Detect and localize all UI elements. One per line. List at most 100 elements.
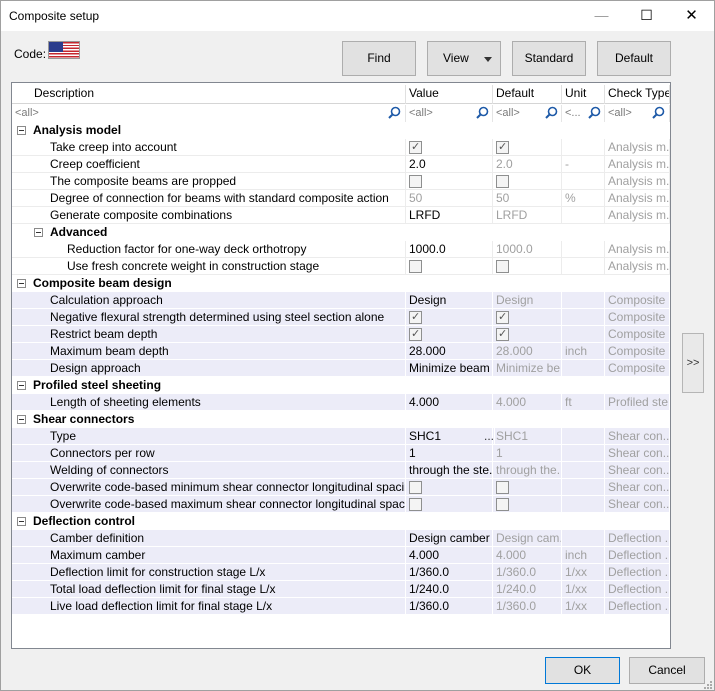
property-row[interactable]: Maximum camber 4.000 4.000 inch Deflection .… (12, 547, 670, 564)
value-cell[interactable]: 4.000 (406, 394, 493, 411)
view-button-label: View (443, 51, 469, 65)
filter-check-type[interactable]: <all> (605, 105, 670, 122)
section-header-row[interactable]: Deflection control (12, 513, 670, 530)
collapse-icon[interactable] (17, 517, 26, 526)
unit-cell (562, 462, 605, 479)
property-row[interactable]: Creep coefficient 2.0 2.0- Analysis m... (12, 156, 670, 173)
collapse-icon[interactable] (34, 228, 43, 237)
property-row[interactable]: Length of sheeting elements 4.000 4.000 ft P… (12, 394, 670, 411)
find-button[interactable]: Find (342, 41, 416, 76)
property-row[interactable]: Overwrite code-based maximum shear conne… (12, 496, 670, 513)
property-row[interactable]: Calculation approach Design Design Composit… (12, 292, 670, 309)
search-icon[interactable] (545, 106, 558, 119)
unit-cell (562, 479, 605, 496)
property-row[interactable]: Camber definition Design camber Design cam… (12, 530, 670, 547)
property-row[interactable]: Use fresh concrete weight in constructio… (12, 258, 670, 275)
col-header-default[interactable]: Default (493, 85, 562, 104)
checked-checkbox[interactable] (409, 310, 422, 324)
check-type-cell: Profiled ste... (605, 394, 670, 411)
cancel-button[interactable]: Cancel (629, 657, 705, 684)
property-row[interactable]: Take creep into account Analysis m... (12, 139, 670, 156)
us-flag-icon[interactable] (48, 41, 80, 59)
filter-unit[interactable]: <... (562, 105, 605, 122)
value-cell[interactable]: Design (406, 292, 493, 309)
search-icon[interactable] (588, 106, 601, 119)
property-row[interactable]: Degree of connection for beams with stan… (12, 190, 670, 207)
cancel-button-label: Cancel (648, 663, 686, 677)
property-row[interactable]: Overwrite code-based minimum shear conne… (12, 479, 670, 496)
property-row[interactable]: Total load deflection limit for final st… (12, 581, 670, 598)
property-row[interactable]: Design approachMinimize beam ... Minimize… (12, 360, 670, 377)
value-cell[interactable]: 2.0 (406, 156, 493, 173)
check-type-cell-text: Shear con... (608, 463, 670, 477)
default-cell: 4.000 (493, 394, 562, 411)
search-icon[interactable] (388, 106, 401, 119)
expand-panel-button[interactable]: >> (682, 333, 704, 393)
filter-value[interactable]: <all> (406, 105, 493, 122)
property-row[interactable]: Type SHC1 SHC1 Shear con...... (12, 428, 670, 445)
value-cell[interactable]: 50 (406, 190, 493, 207)
collapse-icon[interactable] (17, 279, 26, 288)
collapse-icon[interactable] (17, 126, 26, 135)
value-cell[interactable]: SHC1 (406, 428, 493, 445)
value-cell[interactable]: through the ste... (406, 462, 493, 479)
composite-setup-dialog: Composite setup — ☐ ✕ Code: Find View St… (0, 0, 715, 691)
section-header-row[interactable]: Shear connectors (12, 411, 670, 428)
subsection-header-row[interactable]: Advanced (12, 224, 670, 241)
value-cell[interactable]: LRFD (406, 207, 493, 224)
default-button[interactable]: Default (597, 41, 671, 76)
col-header-value[interactable]: Value (406, 85, 493, 104)
filter-default[interactable]: <all> (493, 105, 562, 122)
search-icon[interactable] (652, 106, 665, 119)
col-header-unit[interactable]: Unit (562, 85, 605, 104)
property-row[interactable]: The composite beams are propped Analysis … (12, 173, 670, 190)
property-row[interactable]: Connectors per row 1 1 Shear con... (12, 445, 670, 462)
property-row[interactable]: Generate composite combinations LRFD LRFD A… (12, 207, 670, 224)
property-row[interactable]: Reduction factor for one-way deck orthot… (12, 241, 670, 258)
close-icon[interactable]: ✕ (669, 1, 714, 31)
filter-description[interactable]: <all> (12, 105, 406, 122)
value-cell[interactable]: 28.000 (406, 343, 493, 360)
value-cell[interactable]: Minimize beam ... (406, 360, 493, 377)
unit-cell: 1/xx (562, 564, 605, 581)
checked-checkbox[interactable] (409, 140, 422, 154)
checked-checkbox (496, 140, 509, 154)
section-header-row[interactable]: Composite beam design (12, 275, 670, 292)
property-row[interactable]: Negative flexural strength determined us… (12, 309, 670, 326)
checked-checkbox[interactable] (409, 327, 422, 341)
unchecked-checkbox[interactable] (409, 175, 422, 188)
view-dropdown-button[interactable]: View (427, 41, 501, 76)
value-cell[interactable]: 1/360.0 (406, 598, 493, 615)
property-row[interactable]: Deflection limit for construction stage … (12, 564, 670, 581)
collapse-icon[interactable] (17, 415, 26, 424)
check-type-cell: Analysis m... (605, 156, 670, 173)
property-label: Welding of connectors (50, 462, 406, 479)
property-row[interactable]: Welding of connectors through the ste... t… (12, 462, 670, 479)
property-row[interactable]: Maximum beam depth 28.000 28.000 inch Compos… (12, 343, 670, 360)
section-header-row[interactable]: Analysis model (12, 122, 670, 139)
browse-button[interactable]: ... (484, 428, 496, 445)
col-header-description[interactable]: Description (12, 85, 406, 104)
section-header-row[interactable]: Profiled steel sheeting (12, 377, 670, 394)
unchecked-checkbox[interactable] (409, 498, 422, 511)
value-cell[interactable]: 1000.0 (406, 241, 493, 258)
collapse-icon[interactable] (17, 381, 26, 390)
property-row[interactable]: Restrict beam depth Composite ... (12, 326, 670, 343)
property-row[interactable]: Live load deflection limit for final sta… (12, 598, 670, 615)
maximize-icon[interactable]: ☐ (624, 1, 669, 31)
col-header-check-type[interactable]: Check Type (605, 85, 670, 104)
value-cell[interactable]: 1/360.0 (406, 564, 493, 581)
value-cell[interactable]: 4.000 (406, 547, 493, 564)
minimize-icon[interactable]: — (579, 1, 624, 31)
unchecked-checkbox[interactable] (409, 481, 422, 494)
value-cell[interactable]: 1/240.0 (406, 581, 493, 598)
search-icon[interactable] (476, 106, 489, 119)
unchecked-checkbox[interactable] (409, 260, 422, 273)
value-cell[interactable]: Design camber (406, 530, 493, 547)
ok-button[interactable]: OK (545, 657, 620, 684)
default-cell-text: 1/360.0 (496, 599, 537, 613)
resize-grip-icon[interactable] (704, 681, 712, 689)
standard-button[interactable]: Standard (512, 41, 586, 76)
unit-cell-text: % (565, 191, 576, 205)
value-cell[interactable]: 1 (406, 445, 493, 462)
